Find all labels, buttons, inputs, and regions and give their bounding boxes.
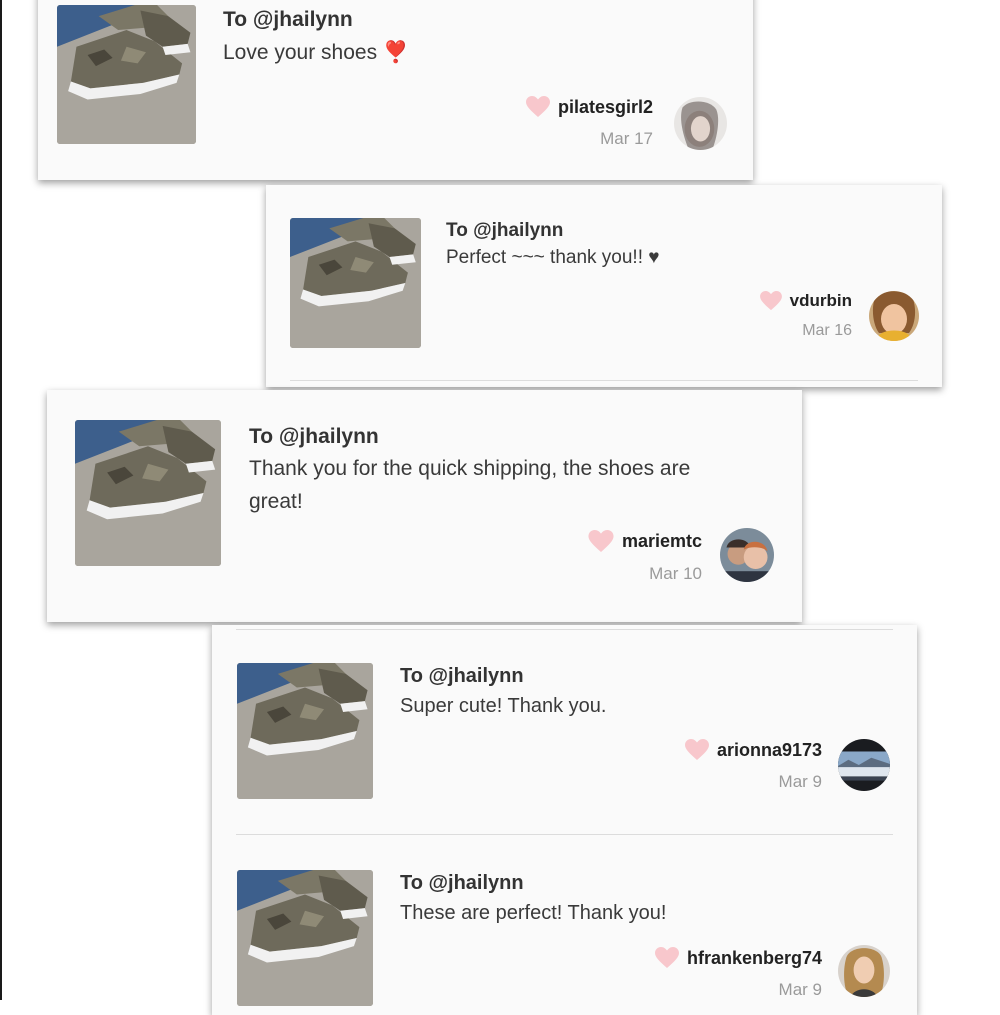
- review-divider: [290, 380, 918, 381]
- review-date: Mar 17: [600, 129, 653, 148]
- review-item: To @jhailynn Thank you for the quick shi…: [47, 390, 802, 622]
- review-username[interactable]: hfrankenberg74: [654, 947, 822, 969]
- user-avatar[interactable]: [838, 739, 890, 791]
- review-message: Love your shoes ❣️: [223, 41, 410, 64]
- username-text: vdurbin: [789, 291, 852, 310]
- review-username[interactable]: arionna9173: [684, 739, 822, 761]
- review-date: Mar 16: [802, 322, 852, 339]
- product-photo: [237, 663, 373, 799]
- review-card: To @jhailynn Love your shoes ❣️ pilatesg…: [38, 0, 753, 180]
- heart-icon[interactable]: [759, 291, 782, 311]
- username-text: mariemtc: [621, 531, 702, 551]
- product-photo: [237, 870, 373, 1006]
- review-item: To @jhailynn These are perfect! Thank yo…: [212, 835, 917, 1015]
- review-message: Perfect ~~~ thank you!! ♥: [446, 247, 660, 268]
- review-message: Super cute! Thank you.: [400, 695, 607, 717]
- review-recipient: To @jhailynn: [223, 8, 353, 31]
- product-photo: [57, 5, 196, 144]
- review-card: To @jhailynn Super cute! Thank you. ario…: [212, 625, 917, 1015]
- review-date: Mar 10: [649, 564, 702, 583]
- review-item: To @jhailynn Perfect ~~~ thank you!! ♥ v…: [266, 185, 942, 387]
- review-message: These are perfect! Thank you!: [400, 902, 667, 924]
- product-photo: [75, 420, 221, 566]
- username-text: hfrankenberg74: [686, 947, 822, 968]
- review-recipient: To @jhailynn: [400, 872, 524, 894]
- review-recipient: To @jhailynn: [400, 665, 524, 687]
- review-username[interactable]: vdurbin: [759, 291, 852, 311]
- review-date: Mar 9: [778, 772, 822, 791]
- product-photo: [290, 218, 421, 348]
- review-username[interactable]: pilatesgirl2: [525, 96, 653, 118]
- user-avatar[interactable]: [869, 291, 919, 341]
- username-text: arionna9173: [716, 739, 822, 760]
- review-card: To @jhailynn Thank you for the quick shi…: [47, 390, 802, 622]
- review-item: To @jhailynn Love your shoes ❣️ pilatesg…: [38, 0, 753, 180]
- user-avatar[interactable]: [674, 97, 727, 150]
- review-date: Mar 9: [778, 980, 822, 999]
- left-edge-line: [0, 0, 2, 1000]
- review-message: Thank you for the quick shipping, the sh…: [249, 457, 691, 513]
- review-recipient: To @jhailynn: [249, 425, 379, 448]
- heart-icon[interactable]: [684, 739, 709, 761]
- user-avatar[interactable]: [838, 945, 890, 997]
- user-avatar[interactable]: [720, 528, 774, 582]
- review-card: To @jhailynn Perfect ~~~ thank you!! ♥ v…: [266, 185, 942, 387]
- review-item: To @jhailynn Super cute! Thank you. ario…: [212, 625, 917, 835]
- username-text: pilatesgirl2: [557, 96, 653, 117]
- heart-icon[interactable]: [654, 947, 679, 969]
- heart-icon[interactable]: [588, 530, 614, 553]
- review-recipient: To @jhailynn: [446, 220, 564, 241]
- heart-icon[interactable]: [525, 96, 550, 118]
- review-username[interactable]: mariemtc: [588, 530, 702, 553]
